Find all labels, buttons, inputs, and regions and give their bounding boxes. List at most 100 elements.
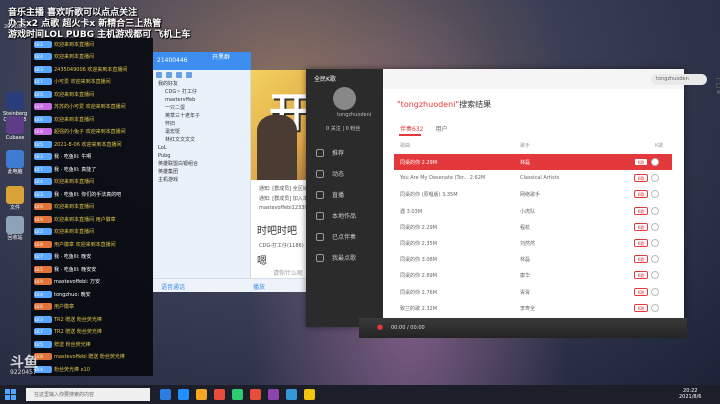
add-icon[interactable] [651, 303, 659, 312]
taskbar-app-icon[interactable] [196, 389, 207, 400]
song-row[interactable]: 同桌的你 2.29M 林磊 K歌 [394, 154, 672, 171]
tab-accompaniment[interactable]: 伴奏632 [400, 126, 423, 133]
chat-message: LV.2 欢迎来到本直播间 [31, 226, 153, 239]
karaoke-button[interactable]: K歌 [634, 190, 648, 199]
pc-icon [6, 150, 24, 168]
level-badge: LV.7 [34, 165, 52, 173]
song-row[interactable]: 同桌的你 2.89M 康华 K歌 [394, 267, 672, 283]
karaoke-button[interactable]: K歌 [634, 303, 648, 312]
chat-text: mastevoffebi 赠送 粉丝荧光棒 [54, 354, 125, 361]
taskbar-app-icon[interactable] [250, 389, 261, 400]
chat-message: LV.3 TR2 赠送 粉丝荧光棒 [31, 313, 153, 326]
karaoke-button[interactable]: K歌 [634, 158, 648, 166]
add-icon[interactable] [651, 190, 659, 199]
karaoke-button[interactable]: K歌 [634, 238, 648, 247]
taskbar-app-icon[interactable] [232, 389, 243, 400]
qq-input-field[interactable]: 请你什么呢 [273, 268, 303, 277]
windows-start-icon[interactable] [5, 389, 16, 400]
qq-tab-icon[interactable] [166, 72, 172, 78]
taskbar-app-icon[interactable] [214, 389, 225, 400]
song-row[interactable]: 同桌的你 2.76M 胥胥 K歌 [394, 284, 672, 300]
avatar[interactable] [333, 87, 356, 110]
song-row[interactable]: You Are My Desenate (Tor... 2.62M Classic… [394, 170, 672, 186]
taskbar-app-icon[interactable] [160, 389, 171, 400]
sidebar-nav-item[interactable]: 本地作品 [316, 211, 356, 220]
taskbar-app-icon[interactable] [268, 389, 279, 400]
tab-users[interactable]: 用户 [435, 126, 447, 133]
karaoke-button[interactable]: K歌 [634, 222, 648, 231]
qq-tab-icon[interactable] [156, 72, 162, 78]
play-icon[interactable]: ● [377, 323, 383, 331]
qq-tab-icon[interactable] [176, 72, 182, 78]
contact-list-item[interactable]: mastervffeb [153, 96, 250, 104]
sidebar-nav-item[interactable]: 动态 [316, 169, 344, 178]
karaoke-button[interactable]: K歌 [634, 255, 648, 264]
add-icon[interactable] [651, 271, 659, 280]
chat-message: LV.4 tongzhuo: 晚安 [31, 288, 153, 301]
search-input[interactable]: tongzhuoden [651, 74, 707, 85]
add-icon[interactable] [651, 158, 659, 166]
add-icon[interactable] [651, 222, 659, 231]
taskbar-app-icon[interactable] [178, 389, 189, 400]
song-row[interactable]: 致兰的歌 2.32M 李寿全 K歌 [394, 300, 672, 316]
song-artist: 小虎队 [520, 208, 536, 215]
taskbar-app-icon[interactable] [286, 389, 297, 400]
search-heading-suffix: 搜索结果 [459, 100, 492, 109]
song-row[interactable]: 同桌的你 2.35M 刘然然 K歌 [394, 235, 672, 251]
player-time: 00:00 / 00:00 [391, 325, 425, 331]
sidebar-nav-item[interactable]: 我最点歌 [316, 253, 356, 262]
taskbar-search-input[interactable]: 在这里输入你要搜索的内容 [26, 388, 150, 401]
contact-list-item[interactable]: 怀旧 [153, 120, 250, 128]
chat-text: TR2 赠送 粉丝荧光棒 [54, 316, 102, 323]
karaoke-button[interactable]: K歌 [634, 287, 648, 296]
contact-list-item[interactable]: 一只二蛋 [153, 104, 250, 112]
chat-text: 粉丝荧光棒 x10 [54, 366, 90, 373]
karaoke-button[interactable]: K歌 [634, 174, 648, 183]
desktop-shortcut[interactable]: Cubase [3, 116, 27, 141]
karaoke-button[interactable]: K歌 [634, 271, 648, 280]
song-row[interactable]: 同桌的你 3.08M 林磊 K歌 [394, 251, 672, 267]
nav-label: 本地作品 [332, 213, 357, 220]
chat-message: LV.8 超强的小兔子 欢迎来到本直播间 [31, 126, 153, 139]
contact-list-item[interactable]: 主机游戏 [153, 176, 250, 184]
contact-list-item[interactable]: 我的好友 [153, 80, 250, 88]
chat-message: LV.9 mastevoffebi: 万安 [31, 276, 153, 289]
chat-message: LV.6 欢迎来到本直播间 [31, 113, 153, 126]
add-icon[interactable] [651, 238, 659, 247]
level-badge: LV.2 [34, 228, 52, 236]
contact-list-item[interactable]: LoL [153, 144, 250, 152]
karaoke-button[interactable]: K歌 [634, 206, 648, 215]
song-title: 同桌的你 2.29M [400, 224, 438, 231]
contact-list-item[interactable]: 毫宏斑 [153, 128, 250, 136]
qq-tab-icon[interactable] [186, 72, 192, 78]
sidebar-nav-item[interactable]: 推荐 [316, 148, 344, 157]
desktop-shortcut[interactable]: 文件 [3, 186, 27, 211]
taskbar-app-icon[interactable] [304, 389, 315, 400]
song-artist: 李寿全 [520, 305, 536, 312]
song-title: 同桌的你 2.29M [400, 160, 438, 166]
add-icon[interactable] [651, 255, 659, 264]
steinberg-cubase-icon [6, 92, 24, 110]
contact-list-item[interactable]: 英雄联盟白银组合 [153, 160, 250, 168]
add-icon[interactable] [651, 206, 659, 215]
add-icon[interactable] [651, 287, 659, 296]
sidebar-nav-item[interactable]: 已点伴奏 [316, 232, 356, 241]
karaoke-logo: 全民K歌 [314, 76, 336, 83]
desktop-shortcut[interactable]: 回收站 [3, 216, 27, 241]
chat-text: 欢迎来到本直播间 [54, 54, 95, 61]
contact-list-item[interactable]: 英雄集团 [153, 168, 250, 176]
contact-list-item[interactable]: CDG~ 打工仔 [153, 88, 250, 96]
contact-list-item[interactable]: 英草三十老年子 [153, 112, 250, 120]
contact-list-item[interactable]: Pubg [153, 152, 250, 160]
song-row[interactable]: 同桌的你 (原唱版) 3.35M 网络歌手 K歌 [394, 186, 672, 202]
add-icon[interactable] [651, 174, 659, 183]
level-badge: LV.3 [34, 190, 52, 198]
play-button[interactable]: 播放 [253, 282, 265, 291]
voice-call-button[interactable]: 语音通话 [161, 282, 185, 291]
contact-list-item[interactable]: 林红文文文文 [153, 136, 250, 144]
desktop-shortcut[interactable]: 此电脑 [3, 150, 27, 175]
sidebar-nav-item[interactable]: 直播 [316, 190, 344, 199]
song-row[interactable]: 遇 3.03M 小虎队 K歌 [394, 203, 672, 219]
window-controls[interactable]: — □ ✕ [716, 75, 720, 96]
song-row[interactable]: 同桌的你 2.29M 程杭 K歌 [394, 219, 672, 235]
